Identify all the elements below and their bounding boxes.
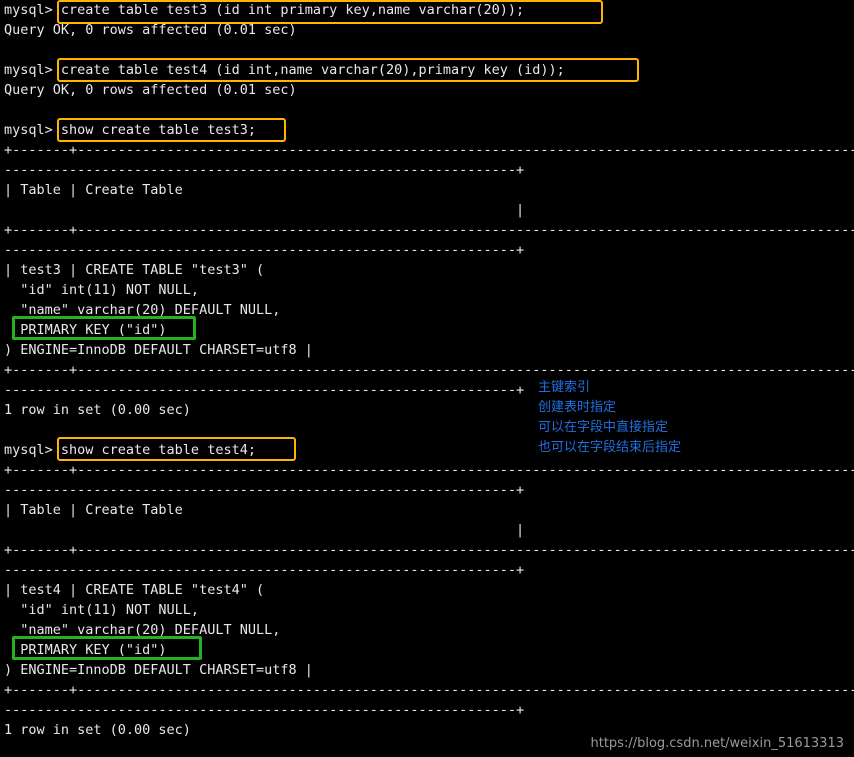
terminal-line: PRIMARY KEY ("id")	[4, 322, 167, 338]
terminal-line: ----------------------------------------…	[4, 162, 525, 178]
annotation-line: 创建表时指定	[538, 400, 617, 415]
terminal-line: Query OK, 0 rows affected (0.01 sec)	[4, 82, 297, 98]
terminal-line: ) ENGINE=InnoDB DEFAULT CHARSET=utf8 |	[4, 662, 313, 678]
annotation-line: 可以在字段中直接指定	[538, 420, 669, 435]
terminal-line: "id" int(11) NOT NULL,	[4, 282, 200, 298]
terminal-line: | Table | Create Table	[4, 182, 183, 198]
terminal-line: "name" varchar(20) DEFAULT NULL,	[4, 302, 281, 318]
terminal-line: +-------+-------------------------------…	[4, 682, 854, 698]
terminal-line: PRIMARY KEY ("id")	[4, 642, 167, 658]
terminal-line: ----------------------------------------…	[4, 562, 525, 578]
watermark: https://blog.csdn.net/weixin_51613313	[590, 736, 844, 751]
terminal-line: | test4 | CREATE TABLE "test4" (	[4, 582, 265, 598]
terminal-line: ----------------------------------------…	[4, 382, 525, 398]
terminal-line: ----------------------------------------…	[4, 242, 525, 258]
terminal-line: +-------+-------------------------------…	[4, 362, 854, 378]
terminal-line: mysql> show create table test3;	[4, 122, 256, 138]
annotation-note: 主键索引创建表时指定可以在字段中直接指定 也可以在字段结束后指定	[538, 378, 681, 458]
terminal-line: ----------------------------------------…	[4, 702, 525, 718]
terminal-line: mysql> create table test3 (id int primar…	[4, 2, 525, 18]
terminal-output[interactable]: mysql> create table test3 (id int primar…	[0, 0, 854, 740]
terminal-line: |	[4, 522, 525, 538]
terminal-line: ) ENGINE=InnoDB DEFAULT CHARSET=utf8 |	[4, 342, 313, 358]
annotation-line: 主键索引	[538, 380, 591, 395]
terminal-line: +-------+-------------------------------…	[4, 462, 854, 478]
terminal-line: | test3 | CREATE TABLE "test3" (	[4, 262, 265, 278]
terminal-window: mysql> create table test3 (id int primar…	[0, 0, 854, 757]
terminal-line: 1 row in set (0.00 sec)	[4, 402, 191, 418]
terminal-line: mysql> create table test4 (id int,name v…	[4, 62, 565, 78]
annotation-line: 也可以在字段结束后指定	[538, 440, 682, 455]
terminal-line: +-------+-------------------------------…	[4, 142, 854, 158]
terminal-line: Query OK, 0 rows affected (0.01 sec)	[4, 22, 297, 38]
terminal-line: mysql> show create table test4;	[4, 442, 256, 458]
terminal-line: |	[4, 202, 525, 218]
terminal-line: +-------+-------------------------------…	[4, 222, 854, 238]
terminal-line: +-------+-------------------------------…	[4, 542, 854, 558]
terminal-line: "name" varchar(20) DEFAULT NULL,	[4, 622, 281, 638]
terminal-line: ----------------------------------------…	[4, 482, 525, 498]
terminal-line: "id" int(11) NOT NULL,	[4, 602, 200, 618]
terminal-line: | Table | Create Table	[4, 502, 183, 518]
